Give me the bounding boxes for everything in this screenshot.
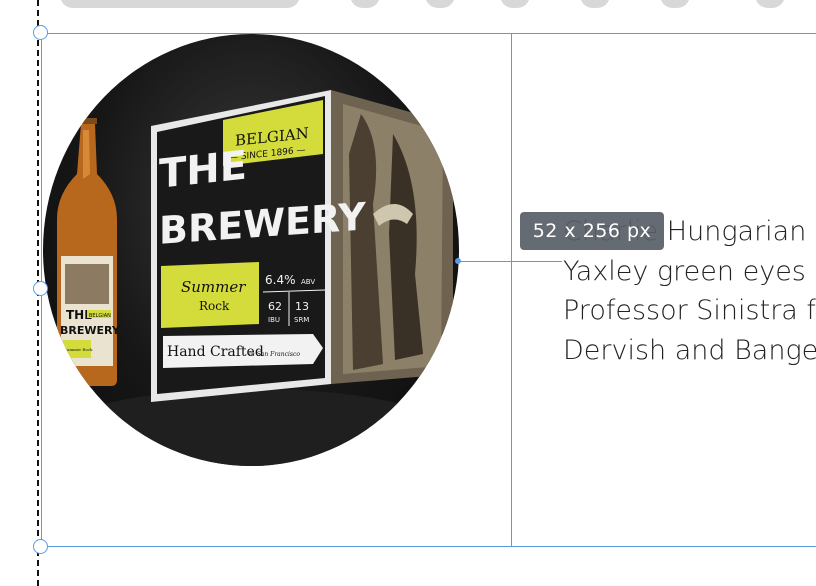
top-element-5[interactable]	[580, 0, 610, 8]
resize-handle-bottom-left[interactable]	[33, 539, 48, 554]
top-element-2[interactable]	[350, 0, 380, 8]
beer-bottle: THE BELGIAN BREWERY Summer Rock	[57, 118, 121, 386]
bottle-belgian-label: BELGIAN	[89, 313, 111, 319]
top-element-1[interactable]	[60, 0, 300, 8]
top-element-3[interactable]	[425, 0, 455, 8]
size-tooltip: 52 x 256 px	[520, 212, 664, 250]
box-title-top: THE	[159, 143, 247, 198]
column-divider-tick-bottom	[507, 546, 516, 547]
column-divider-tick-top	[507, 33, 516, 34]
top-element-7[interactable]	[755, 0, 785, 8]
product-image-circle[interactable]: THE BELGIAN BREWERY Summer Rock BELGIAN …	[43, 34, 459, 466]
top-element-4[interactable]	[500, 0, 530, 8]
srm-label: SRM	[294, 316, 309, 324]
top-element-6[interactable]	[660, 0, 690, 8]
bottle-title-main: BREWERY	[60, 324, 121, 337]
srm-value: 13	[295, 300, 309, 313]
text-line-2: Yaxley green eyes	[563, 255, 806, 287]
product-image-art: THE BELGIAN BREWERY Summer Rock BELGIAN …	[57, 90, 453, 466]
text-line-3: Professor Sinistra f	[563, 295, 816, 326]
resize-handle-top-left[interactable]	[33, 25, 48, 40]
spacing-measure-anchor	[455, 258, 461, 264]
ibu-value: 62	[268, 300, 282, 313]
text-line-4: Dervish and Bange	[563, 334, 816, 366]
abv-value: 6.4%	[265, 273, 296, 287]
tagline-sub: in San Francisco	[249, 351, 300, 358]
beer-name: Summer	[181, 278, 246, 296]
resize-handle-middle-left[interactable]	[33, 281, 48, 296]
beer-box: BELGIAN — SINCE 1896 — THE BREWERY Summe…	[151, 90, 453, 402]
spacing-measure-line	[457, 261, 562, 262]
beer-style: Rock	[199, 299, 230, 313]
column-divider[interactable]	[511, 33, 512, 547]
bottle-beer-name: Summer Rock	[64, 347, 93, 352]
ibu-label: IBU	[268, 316, 280, 324]
abv-label: ABV	[301, 278, 315, 286]
